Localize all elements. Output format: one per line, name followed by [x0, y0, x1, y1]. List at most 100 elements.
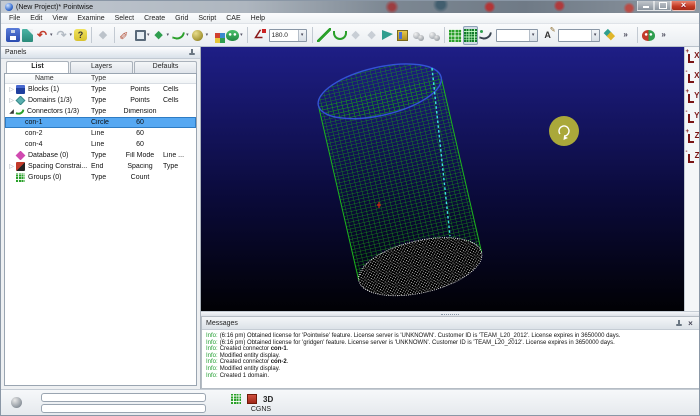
- overflow-1-button[interactable]: [618, 26, 634, 45]
- message-line: Info:(6:16 pm) Obtained license for 'gri…: [206, 340, 699, 347]
- overflow-2-button[interactable]: [656, 26, 672, 45]
- menu-script[interactable]: Script: [193, 15, 221, 22]
- mask-green-button[interactable]: [225, 26, 244, 45]
- curve-segment-button[interactable]: [332, 26, 348, 45]
- status-field-1[interactable]: [41, 393, 206, 402]
- menu-select[interactable]: Select: [110, 15, 139, 22]
- menu-examine[interactable]: Examine: [72, 15, 109, 22]
- block-create-button[interactable]: [134, 26, 151, 45]
- spheres-1-button[interactable]: [409, 26, 425, 45]
- wedge-button[interactable]: [380, 26, 396, 45]
- tree-row-blocks-1[interactable]: Blocks (1)TypePointsCells: [5, 84, 196, 95]
- message-text: .: [287, 346, 289, 352]
- tree-row-con-4[interactable]: con-4Line60: [5, 139, 196, 150]
- connector-create-button[interactable]: [170, 26, 190, 45]
- grid-mesh-button[interactable]: [463, 26, 478, 45]
- database-sphere-button[interactable]: [190, 26, 210, 45]
- axis-letter: X: [694, 52, 699, 60]
- menu-grid[interactable]: Grid: [170, 15, 193, 22]
- chevron-down-icon[interactable]: [298, 30, 306, 41]
- view-plus-z-button[interactable]: +Z: [686, 129, 700, 145]
- menu-cae[interactable]: CAE: [221, 15, 245, 22]
- axis-sign: -: [686, 69, 688, 75]
- pin-icon[interactable]: [188, 48, 196, 57]
- tree-row-domains-1-3[interactable]: Domains (1/3)TypePointsCells: [5, 95, 196, 106]
- examine-diamond-button[interactable]: [95, 26, 111, 45]
- messages-pin-icon[interactable]: [675, 319, 683, 328]
- spheres-2-button[interactable]: [425, 26, 441, 45]
- grid-solve-button[interactable]: [448, 26, 463, 45]
- tree-row-database-0[interactable]: Database (0)TypeFill ModeLine ...: [5, 150, 196, 161]
- menu-edit[interactable]: Edit: [25, 15, 47, 22]
- tab-list[interactable]: List: [6, 61, 69, 73]
- two-point-line-button[interactable]: [316, 26, 332, 45]
- tree-row-spacing-constrai[interactable]: Spacing Constrai...EndSpacingType: [5, 161, 196, 172]
- menu-bar: FileEditViewExamineSelectCreateGridScrip…: [1, 13, 699, 24]
- tree-row-name-cell: Connectors (1/3): [5, 108, 89, 115]
- messages-panel: Messages Info:(6:16 pm) Obtained license…: [201, 316, 700, 389]
- status-field-2[interactable]: [41, 404, 206, 413]
- expander-collapsed-icon[interactable]: [7, 86, 16, 93]
- spacing-combo-combo[interactable]: [558, 29, 600, 42]
- tree-row-name-cell: Blocks (1): [5, 85, 89, 94]
- palette-icon: [210, 28, 224, 42]
- entity-name: Groups (0): [28, 174, 61, 181]
- menu-create[interactable]: Create: [139, 15, 170, 22]
- chevron-down-icon[interactable]: [591, 30, 599, 41]
- maximize-button[interactable]: [654, 1, 671, 11]
- tree-row-name-cell: Database (0): [5, 151, 89, 160]
- connector-dimension-button[interactable]: [478, 26, 494, 45]
- entity-name: con-1: [25, 119, 43, 126]
- menu-help[interactable]: Help: [246, 15, 270, 22]
- view-minus-z-button[interactable]: -Z: [686, 149, 700, 165]
- entity-name: Blocks (1): [28, 86, 59, 93]
- surface-dim-2-button[interactable]: [364, 26, 380, 45]
- message-level: Info:: [206, 373, 218, 379]
- redo-button[interactable]: [54, 26, 74, 45]
- menu-view[interactable]: View: [47, 15, 72, 22]
- spacing-label-button[interactable]: [540, 26, 556, 45]
- probe-brush-button[interactable]: [118, 26, 134, 45]
- tree-cell-c2: Type: [89, 86, 119, 93]
- chevron-down-icon[interactable]: [529, 30, 537, 41]
- tree-row-con-2[interactable]: con-2Line60: [5, 128, 196, 139]
- axis-sign: +: [686, 49, 690, 55]
- angle-button[interactable]: [251, 26, 267, 45]
- undo-button[interactable]: [34, 26, 54, 45]
- two-point-line-icon: [317, 28, 331, 42]
- mask-red-button[interactable]: [641, 26, 656, 45]
- tree-row-groups-0[interactable]: Groups (0)TypeCount: [5, 172, 196, 183]
- help-button[interactable]: [73, 26, 88, 45]
- expander-collapsed-icon[interactable]: [7, 163, 16, 170]
- view-plus-x-button[interactable]: +X: [686, 49, 700, 65]
- menu-file[interactable]: File: [4, 15, 25, 22]
- minimize-button[interactable]: [637, 1, 654, 11]
- view-plus-y-button[interactable]: +Y: [686, 89, 700, 105]
- message-text: Created connector: [220, 359, 271, 365]
- tab-defaults[interactable]: Defaults: [134, 61, 197, 73]
- domain-create-button[interactable]: [151, 26, 171, 45]
- layers-button[interactable]: [602, 26, 618, 45]
- close-button[interactable]: [671, 1, 696, 11]
- tab-layers[interactable]: Layers: [70, 61, 133, 73]
- tree-cell-c4: Type: [161, 163, 196, 170]
- solid-box-button[interactable]: [396, 26, 409, 45]
- save-button[interactable]: [5, 26, 21, 45]
- messages-close-icon[interactable]: [686, 319, 695, 328]
- redo-icon: [55, 28, 69, 42]
- tree-row-connectors-1-3[interactable]: Connectors (1/3)TypeDimension: [5, 106, 196, 117]
- tree-row-con-1[interactable]: con-1Circle60: [5, 117, 196, 128]
- dimension-combo-combo[interactable]: [496, 29, 538, 42]
- title-bar[interactable]: (New Project)* Pointwise: [1, 1, 699, 13]
- view-minus-x-button[interactable]: -X: [686, 69, 700, 85]
- spacing-label-icon: [541, 28, 555, 42]
- tree-header[interactable]: Name Type: [5, 74, 196, 84]
- overflow-1-icon: [619, 28, 633, 42]
- panel-tabs: ListLayersDefaults: [6, 61, 198, 73]
- export-button[interactable]: [21, 26, 34, 45]
- palette-button[interactable]: [209, 26, 225, 45]
- view-minus-y-button[interactable]: -Y: [686, 109, 700, 125]
- entity-name: con-4: [25, 141, 43, 148]
- angle-value-combo[interactable]: 180.0: [269, 29, 307, 42]
- surface-dim-1-button[interactable]: [348, 26, 364, 45]
